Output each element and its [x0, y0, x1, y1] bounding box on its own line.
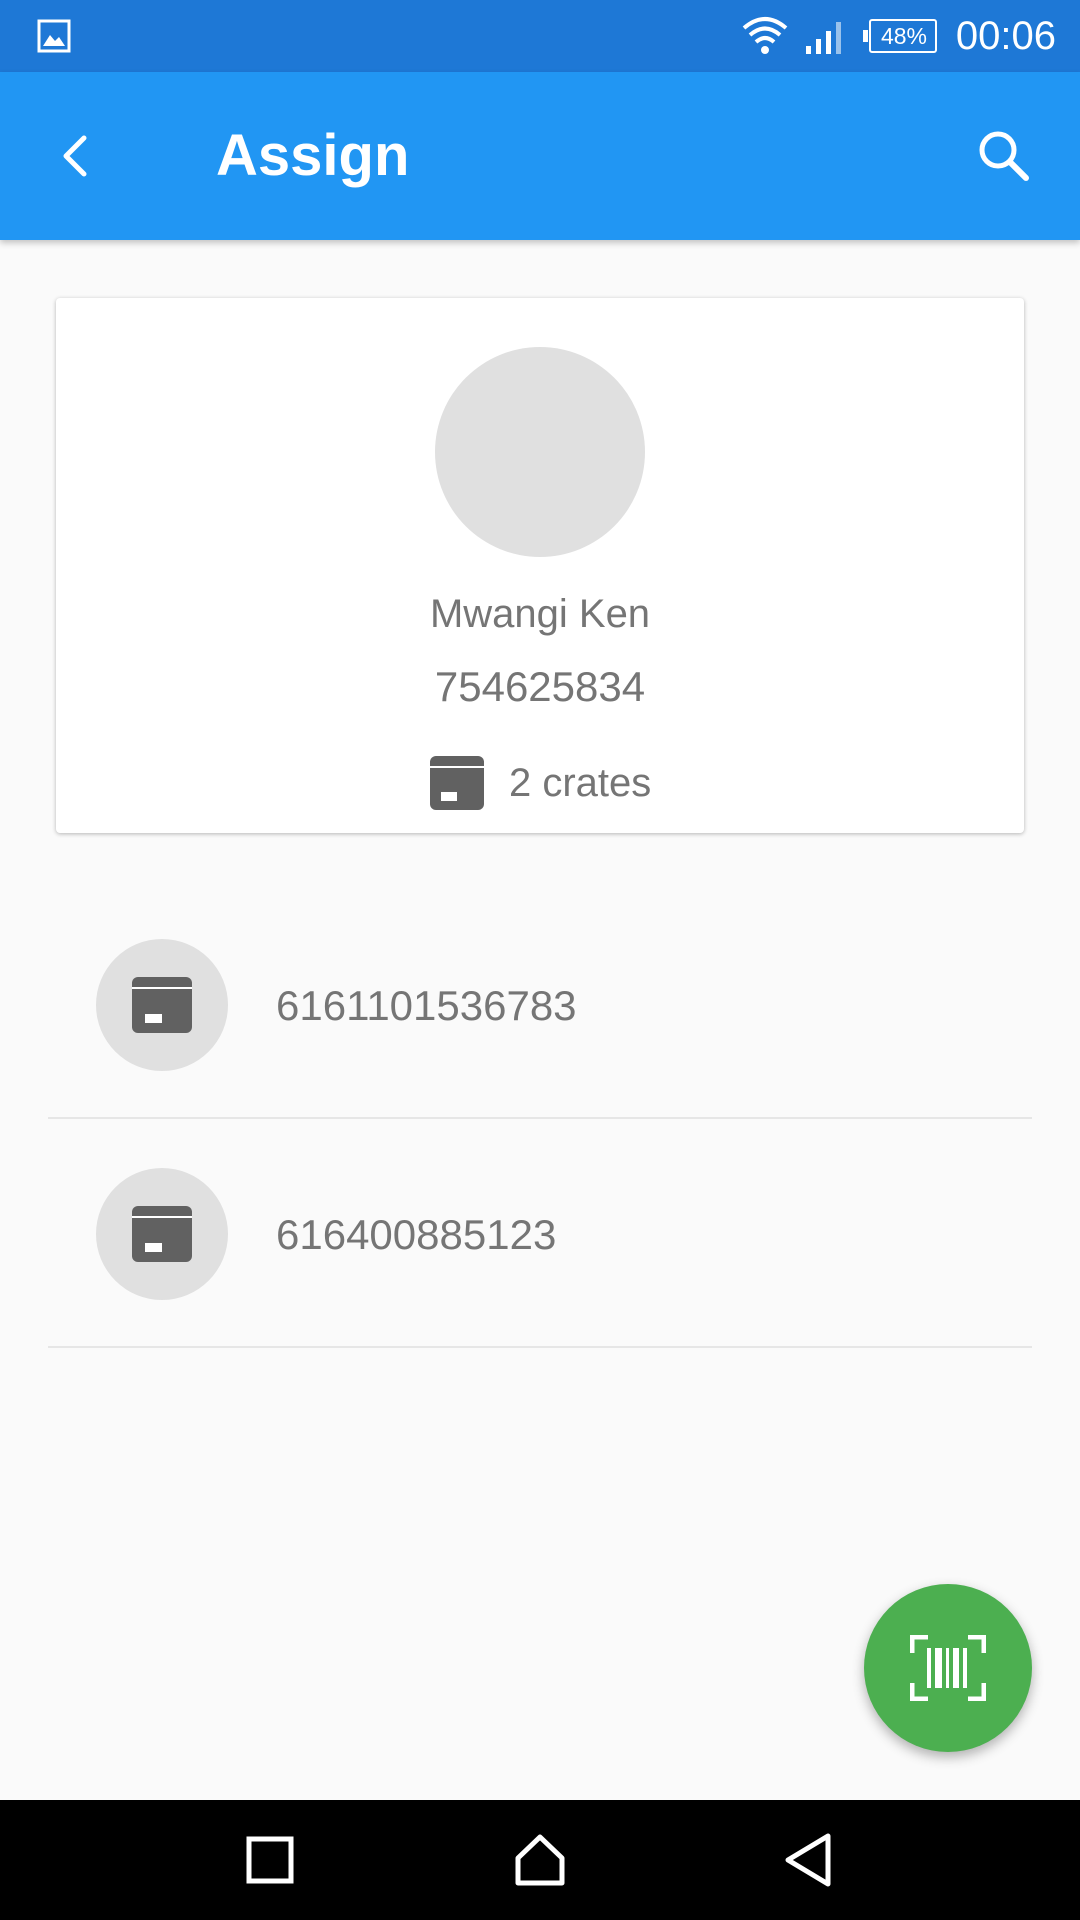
home-button[interactable] [510, 1830, 570, 1890]
battery-indicator: 48% [862, 18, 938, 54]
crate-avatar [96, 939, 228, 1071]
arrow-back-icon [63, 135, 87, 177]
crate-code: 6161101536783 [276, 982, 577, 1029]
system-nav-bar [0, 1800, 1080, 1920]
search-icon [979, 131, 1029, 181]
page-title: Assign [216, 123, 410, 188]
divider [48, 1117, 1032, 1119]
crate-icon [132, 1206, 192, 1262]
status-bar: 48% 00:06 [0, 0, 1080, 72]
list-item[interactable]: 6161101536783 [48, 891, 1032, 1119]
avatar [435, 347, 645, 557]
back-triangle-icon [785, 1833, 831, 1887]
recents-square-icon [246, 1836, 294, 1884]
crate-icon [430, 756, 484, 810]
back-nav-button[interactable] [780, 1830, 840, 1890]
search-button[interactable] [968, 120, 1040, 192]
battery-percent: 48% [880, 23, 928, 49]
crate-code: 616400885123 [276, 1211, 557, 1258]
status-time: 00:06 [955, 14, 1056, 58]
farmer-profile-card: Mwangi Ken 754625834 2 crates [56, 298, 1024, 833]
crate-count-label: 2 crates [509, 761, 652, 805]
profile-name: Mwangi Ken [429, 592, 651, 636]
back-button[interactable] [44, 120, 116, 192]
scan-barcode-button[interactable] [864, 1584, 1032, 1752]
crate-icon [132, 977, 192, 1033]
cell-signal-icon [806, 22, 841, 54]
app-bar: Assign [0, 72, 1080, 240]
crate-avatar [96, 1168, 228, 1300]
home-icon [515, 1834, 565, 1886]
crate-count: 2 crates [430, 754, 651, 812]
gallery-notification-icon [37, 19, 71, 53]
divider [48, 1346, 1032, 1348]
barcode-scan-icon [910, 1635, 986, 1701]
profile-phone: 754625834 [434, 663, 646, 710]
list-item[interactable]: 616400885123 [48, 1120, 1032, 1348]
recents-button[interactable] [240, 1830, 300, 1890]
wifi-icon [742, 17, 788, 54]
